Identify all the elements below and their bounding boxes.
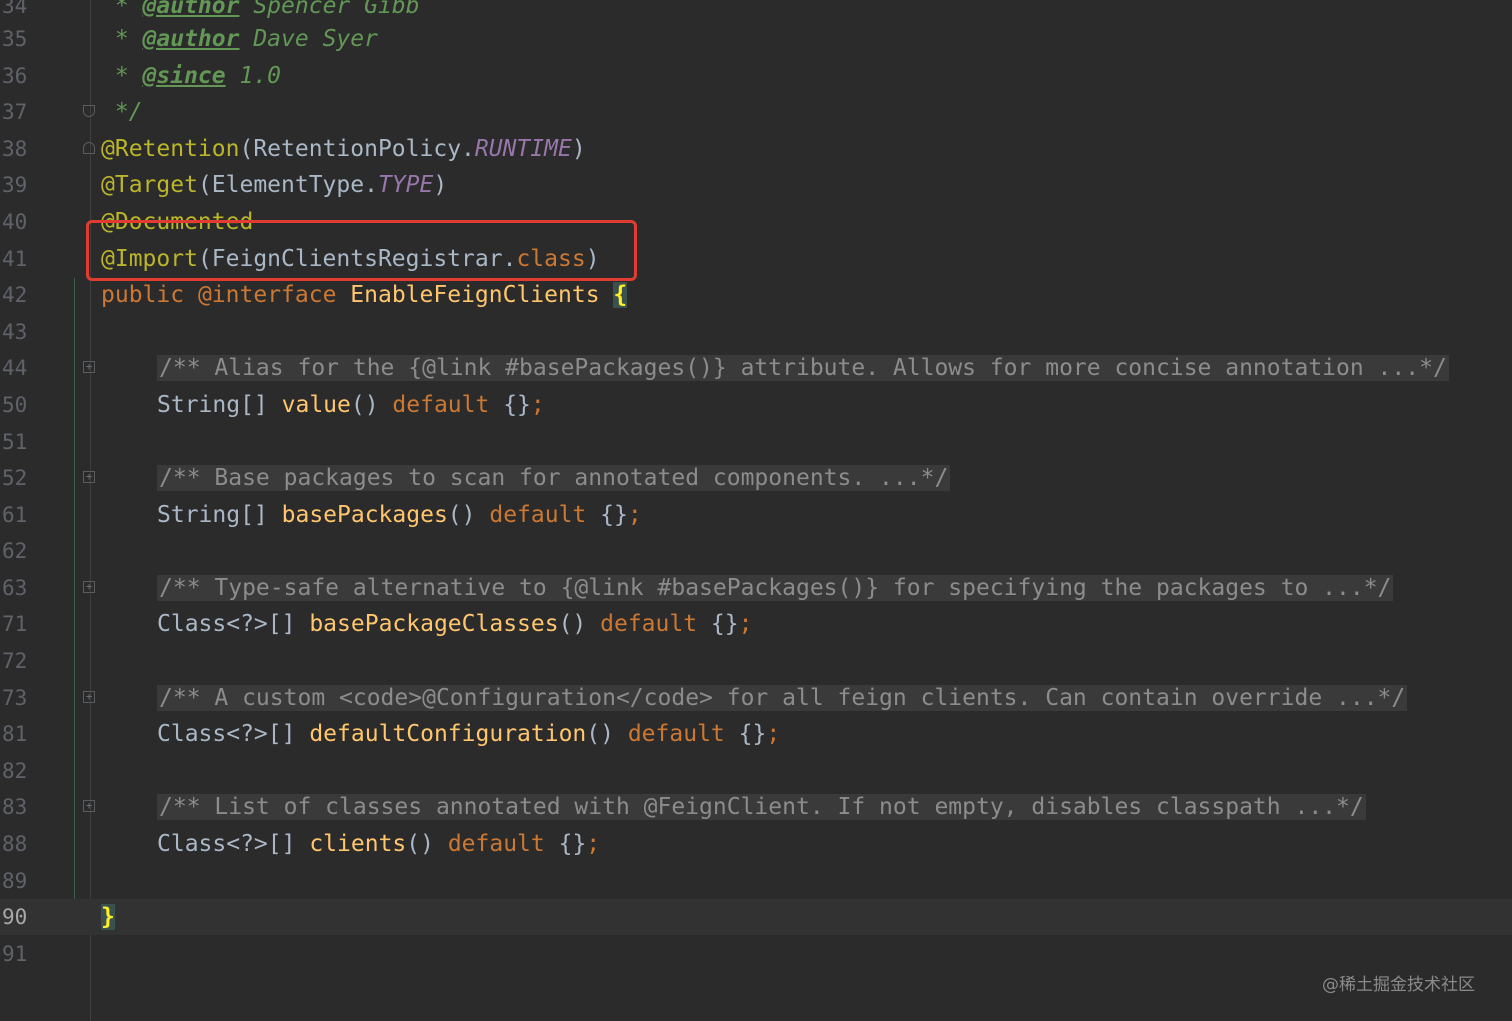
- line-number: 40: [2, 210, 28, 234]
- highlight-annotation-box: [86, 220, 637, 281]
- code-line-81[interactable]: 81 Class<?>[] defaultConfiguration() def…: [0, 716, 1512, 752]
- matched-brace: {: [613, 282, 628, 308]
- line-number: 81: [2, 722, 28, 746]
- code-line-39[interactable]: 39 @Target(ElementType.TYPE): [0, 167, 1512, 203]
- folded-doc-comment[interactable]: /** A custom <code>@Configuration</code>…: [157, 685, 1408, 711]
- fold-start-icon[interactable]: [83, 142, 95, 154]
- line-number: 72: [2, 649, 28, 673]
- line-number: 90: [2, 905, 28, 929]
- line-number: 37: [2, 100, 28, 124]
- fold-expand-icon[interactable]: +: [83, 471, 95, 483]
- code-text: /** Base packages to scan for annotated …: [157, 460, 951, 496]
- line-number: 88: [2, 832, 28, 856]
- fold-expand-icon[interactable]: +: [83, 581, 95, 593]
- code-line-73[interactable]: 73 + /** A custom <code>@Configuration</…: [0, 680, 1512, 716]
- fold-expand-icon[interactable]: +: [83, 691, 95, 703]
- code-line-44[interactable]: 44 + /** Alias for the {@link #basePacka…: [0, 350, 1512, 386]
- line-number: 91: [2, 942, 28, 966]
- code-line-36[interactable]: 36 * @since 1.0: [0, 58, 1512, 94]
- code-line-63[interactable]: 63 + /** Type-safe alternative to {@link…: [0, 570, 1512, 606]
- code-line-42[interactable]: 42 public @interface EnableFeignClients …: [0, 277, 1512, 313]
- line-number: 51: [2, 430, 28, 454]
- line-number: 61: [2, 503, 28, 527]
- folded-doc-comment[interactable]: /** Base packages to scan for annotated …: [157, 465, 951, 491]
- line-number: 50: [2, 393, 28, 417]
- code-line-51[interactable]: 51: [0, 424, 1512, 460]
- line-number: 82: [2, 759, 28, 783]
- line-number: 73: [2, 686, 28, 710]
- code-text: Class<?>[] clients() default {};: [157, 831, 601, 857]
- code-text: String[] value() default {};: [157, 392, 545, 418]
- code-line-50[interactable]: 50 String[] value() default {};: [0, 387, 1512, 423]
- code-line-43[interactable]: 43: [0, 314, 1512, 350]
- matched-brace: }: [101, 904, 115, 930]
- line-number: 52: [2, 466, 28, 490]
- code-text: * @author Dave Syer: [101, 26, 378, 52]
- code-line-82[interactable]: 82: [0, 753, 1512, 789]
- line-number: 71: [2, 612, 28, 636]
- line-number: 44: [2, 356, 28, 380]
- code-line-62[interactable]: 62: [0, 533, 1512, 569]
- code-text: }: [101, 899, 115, 935]
- code-text: public @interface EnableFeignClients {: [101, 282, 628, 308]
- code-line-71[interactable]: 71 Class<?>[] basePackageClasses() defau…: [0, 606, 1512, 642]
- code-text: /** Alias for the {@link #basePackages()…: [157, 350, 1449, 386]
- watermark: @稀土掘金技术社区: [1322, 975, 1475, 995]
- folded-doc-comment[interactable]: /** List of classes annotated with @Feig…: [157, 794, 1366, 820]
- line-number: 38: [2, 137, 28, 161]
- line-number: 89: [2, 869, 28, 893]
- code-editor[interactable]: 34 * @author Spencer Gibb 35 * @author D…: [0, 0, 1512, 1021]
- code-line-61[interactable]: 61 String[] basePackages() default {};: [0, 497, 1512, 533]
- code-text: */: [101, 99, 143, 125]
- folded-doc-comment[interactable]: /** Type-safe alternative to {@link #bas…: [157, 575, 1394, 601]
- code-text: Class<?>[] defaultConfiguration() defaul…: [157, 721, 781, 747]
- code-line-90[interactable]: 90 }: [0, 899, 1512, 935]
- line-number: 41: [2, 247, 28, 271]
- line-number: 63: [2, 576, 28, 600]
- fold-end-icon[interactable]: [83, 105, 95, 117]
- line-number: 83: [2, 795, 28, 819]
- code-text: String[] basePackages() default {};: [157, 502, 642, 528]
- line-number: 43: [2, 320, 28, 344]
- code-line-88[interactable]: 88 Class<?>[] clients() default {};: [0, 826, 1512, 862]
- code-line-35[interactable]: 35 * @author Dave Syer: [0, 21, 1512, 57]
- code-line-91[interactable]: 91: [0, 936, 1512, 972]
- code-text: /** A custom <code>@Configuration</code>…: [157, 680, 1408, 716]
- code-text: Class<?>[] basePackageClasses() default …: [157, 611, 753, 637]
- line-number: 36: [2, 64, 28, 88]
- fold-expand-icon[interactable]: +: [83, 800, 95, 812]
- line-number: 39: [2, 173, 28, 197]
- code-line-38[interactable]: 38 @Retention(RetentionPolicy.RUNTIME): [0, 131, 1512, 167]
- code-line-89[interactable]: 89: [0, 863, 1512, 899]
- line-number: 62: [2, 539, 28, 563]
- code-text: /** Type-safe alternative to {@link #bas…: [157, 570, 1394, 606]
- code-line-83[interactable]: 83 + /** List of classes annotated with …: [0, 789, 1512, 825]
- code-line-37[interactable]: 37 */: [0, 94, 1512, 130]
- code-text: @Retention(RetentionPolicy.RUNTIME): [101, 136, 586, 162]
- fold-expand-icon[interactable]: +: [83, 361, 95, 373]
- code-line-72[interactable]: 72: [0, 643, 1512, 679]
- line-number: 35: [2, 27, 28, 51]
- code-text: /** List of classes annotated with @Feig…: [157, 789, 1366, 825]
- code-line-52[interactable]: 52 + /** Base packages to scan for annot…: [0, 460, 1512, 496]
- code-text: @Target(ElementType.TYPE): [101, 172, 448, 198]
- line-number: 42: [2, 283, 28, 307]
- folded-doc-comment[interactable]: /** Alias for the {@link #basePackages()…: [157, 355, 1449, 381]
- code-text: * @since 1.0: [101, 63, 282, 89]
